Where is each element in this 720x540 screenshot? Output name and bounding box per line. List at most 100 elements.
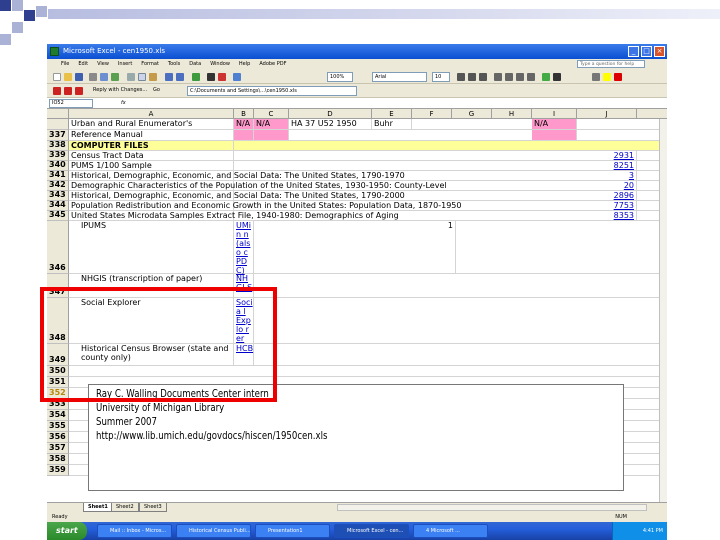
borders-icon[interactable] — [592, 73, 600, 81]
cell-j[interactable]: 3 — [577, 171, 637, 180]
cell-b[interactable]: N/A — [234, 119, 254, 129]
menu-insert[interactable]: Insert — [118, 59, 132, 70]
cell-j[interactable]: 2931 — [577, 151, 637, 160]
column-header-a[interactable]: A — [69, 109, 234, 119]
go-button[interactable]: Go — [151, 86, 173, 96]
align-right-icon[interactable] — [516, 73, 524, 81]
cell-i[interactable]: N/A — [532, 119, 577, 129]
redo-icon[interactable] — [176, 73, 184, 81]
menu-adobe-pdf[interactable]: Adobe PDF — [259, 59, 286, 70]
row-header[interactable]: 359 — [47, 465, 69, 476]
help-search-input[interactable]: Type a question for help — [577, 60, 645, 68]
start-button[interactable]: start — [47, 522, 87, 540]
cell-a[interactable]: Demographic Characteristics of the Popul… — [69, 181, 447, 190]
align-center-icon[interactable] — [505, 73, 513, 81]
cell-b[interactable] — [234, 130, 254, 140]
taskbar-item-presentation[interactable]: Presentation1 — [255, 524, 330, 538]
column-header-d[interactable]: D — [289, 109, 372, 119]
maximize-button[interactable]: □ — [641, 46, 652, 57]
chart-icon[interactable] — [233, 73, 241, 81]
cell-j[interactable]: 20 — [577, 181, 637, 190]
cell-a[interactable]: United States Microdata Samples Extract … — [69, 211, 399, 220]
row-header[interactable]: 346 — [47, 221, 69, 274]
paste-icon[interactable] — [149, 73, 157, 81]
menu-data[interactable]: Data — [189, 59, 201, 70]
horizontal-scrollbar[interactable] — [337, 504, 647, 511]
currency-icon[interactable] — [542, 73, 550, 81]
cell-j[interactable]: 8251 — [577, 161, 637, 170]
cell-i[interactable] — [532, 130, 577, 140]
column-header-j[interactable]: J — [577, 109, 637, 119]
cell-a[interactable]: Reference Manual — [69, 130, 234, 140]
taskbar-item-group[interactable]: 4 Microsoft ... — [413, 524, 488, 538]
row-header[interactable]: 356 — [47, 432, 69, 443]
cut-icon[interactable] — [127, 73, 135, 81]
cell-b-link[interactable]: UMin n (also c PDC) — [234, 221, 254, 275]
name-box[interactable]: IO52 — [49, 99, 93, 108]
cell-a[interactable]: IPUMS — [69, 221, 234, 273]
save-icon[interactable] — [75, 73, 83, 81]
taskbar-item-browser[interactable]: Historical Census Publi... — [176, 524, 251, 538]
hyperlink-icon[interactable] — [192, 73, 200, 81]
autosum-icon[interactable] — [207, 73, 215, 81]
spelling-icon[interactable] — [111, 73, 119, 81]
cell-a[interactable]: Historical, Demographic, Economic, and S… — [69, 191, 405, 200]
fill-color-icon[interactable] — [603, 73, 611, 81]
cell-a[interactable]: COMPUTER FILES — [69, 141, 234, 150]
row-header[interactable]: 345 — [47, 210, 69, 221]
align-left-icon[interactable] — [494, 73, 502, 81]
column-header-e[interactable]: E — [372, 109, 412, 119]
tab-sheet3[interactable]: Sheet3 — [139, 503, 167, 512]
menu-window[interactable]: Window — [210, 59, 230, 70]
row-header[interactable]: 358 — [47, 454, 69, 465]
cell-j[interactable]: 8353 — [577, 211, 637, 220]
tab-sheet2[interactable]: Sheet2 — [111, 503, 139, 512]
address-input[interactable]: C:\Documents and Settings\...\cen1950.xl… — [187, 86, 357, 96]
undo-icon[interactable] — [165, 73, 173, 81]
row-header[interactable]: 354 — [47, 410, 69, 421]
cell-a[interactable]: Urban and Rural Enumerator's — [69, 119, 234, 129]
menu-help[interactable]: Help — [239, 59, 250, 70]
italic-icon[interactable] — [468, 73, 476, 81]
column-header-c[interactable]: C — [254, 109, 289, 119]
cell-a[interactable]: PUMS 1/100 Sample — [69, 161, 234, 170]
column-header-h[interactable]: H — [492, 109, 532, 119]
open-icon[interactable] — [64, 73, 72, 81]
underline-icon[interactable] — [479, 73, 487, 81]
tab-sheet1[interactable]: Sheet1 — [83, 503, 113, 512]
font-select[interactable]: Arial — [372, 72, 427, 82]
column-header-i[interactable]: I — [532, 109, 577, 119]
sort-icon[interactable] — [218, 73, 226, 81]
preview-icon[interactable] — [100, 73, 108, 81]
cell-d[interactable]: HA 37 U52 1950 — [289, 119, 372, 129]
cell-j[interactable]: 2896 — [577, 191, 637, 200]
zoom-select[interactable]: 100% — [327, 72, 353, 82]
vertical-scrollbar[interactable] — [659, 119, 667, 502]
menu-file[interactable]: File — [61, 59, 69, 70]
menu-view[interactable]: View — [97, 59, 109, 70]
taskbar-item-excel[interactable]: Microsoft Excel - cen... — [334, 524, 409, 538]
pdf-mail-icon[interactable] — [64, 87, 72, 95]
row-header[interactable]: 355 — [47, 421, 69, 432]
close-button[interactable]: × — [654, 46, 665, 57]
cell-a[interactable]: Historical, Demographic, Economic, and S… — [69, 171, 405, 180]
menu-edit[interactable]: Edit — [78, 59, 88, 70]
font-color-icon[interactable] — [614, 73, 622, 81]
print-icon[interactable] — [89, 73, 97, 81]
new-icon[interactable] — [53, 73, 61, 81]
cell-a[interactable]: Population Redistribution and Economic G… — [69, 201, 461, 210]
corner-select-all[interactable] — [47, 109, 69, 119]
cell-c[interactable] — [254, 130, 289, 140]
pdf-review-icon[interactable] — [75, 87, 83, 95]
taskbar-item-mail[interactable]: Mail :: Inbox - Micros... — [97, 524, 172, 538]
cell-a[interactable]: Census Tract Data — [69, 151, 234, 160]
menu-tools[interactable]: Tools — [168, 59, 180, 70]
copy-icon[interactable] — [138, 73, 146, 81]
bold-icon[interactable] — [457, 73, 465, 81]
column-header-g[interactable]: G — [452, 109, 492, 119]
merge-icon[interactable] — [527, 73, 535, 81]
column-header-f[interactable]: F — [412, 109, 452, 119]
cell-j[interactable]: 7753 — [577, 201, 637, 210]
minimize-button[interactable]: _ — [628, 46, 639, 57]
row-header[interactable]: 357 — [47, 443, 69, 454]
